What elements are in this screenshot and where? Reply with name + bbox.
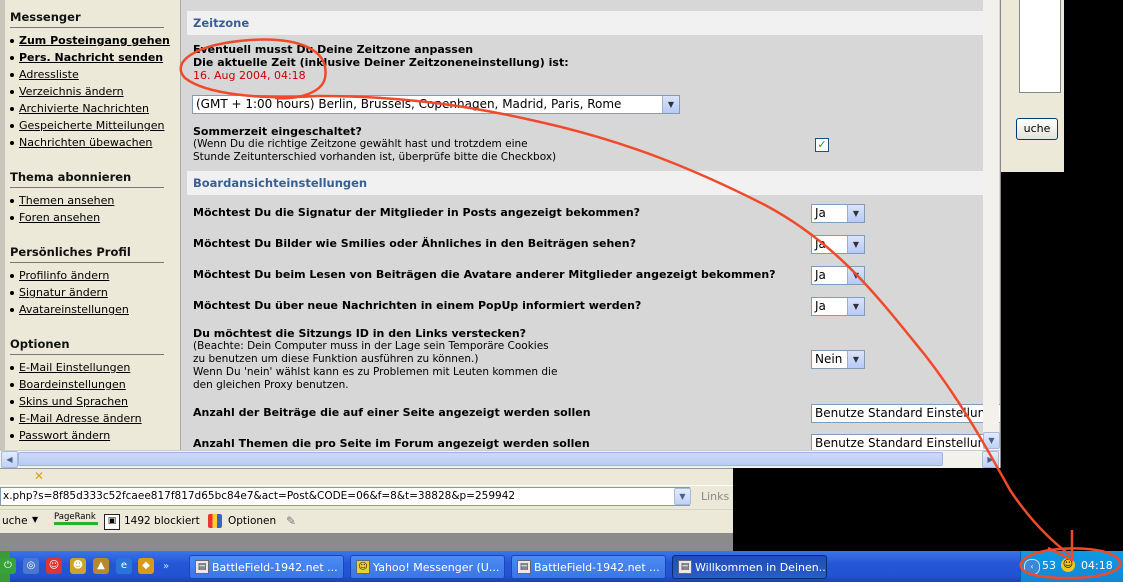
annotation-circle-tray — [1019, 547, 1122, 580]
annotation-ellipse — [179, 38, 327, 100]
annotation-arrow-line — [317, 94, 1071, 556]
annotation-arrowhead — [1047, 530, 1074, 563]
annotation-overlay — [179, 38, 1122, 580]
